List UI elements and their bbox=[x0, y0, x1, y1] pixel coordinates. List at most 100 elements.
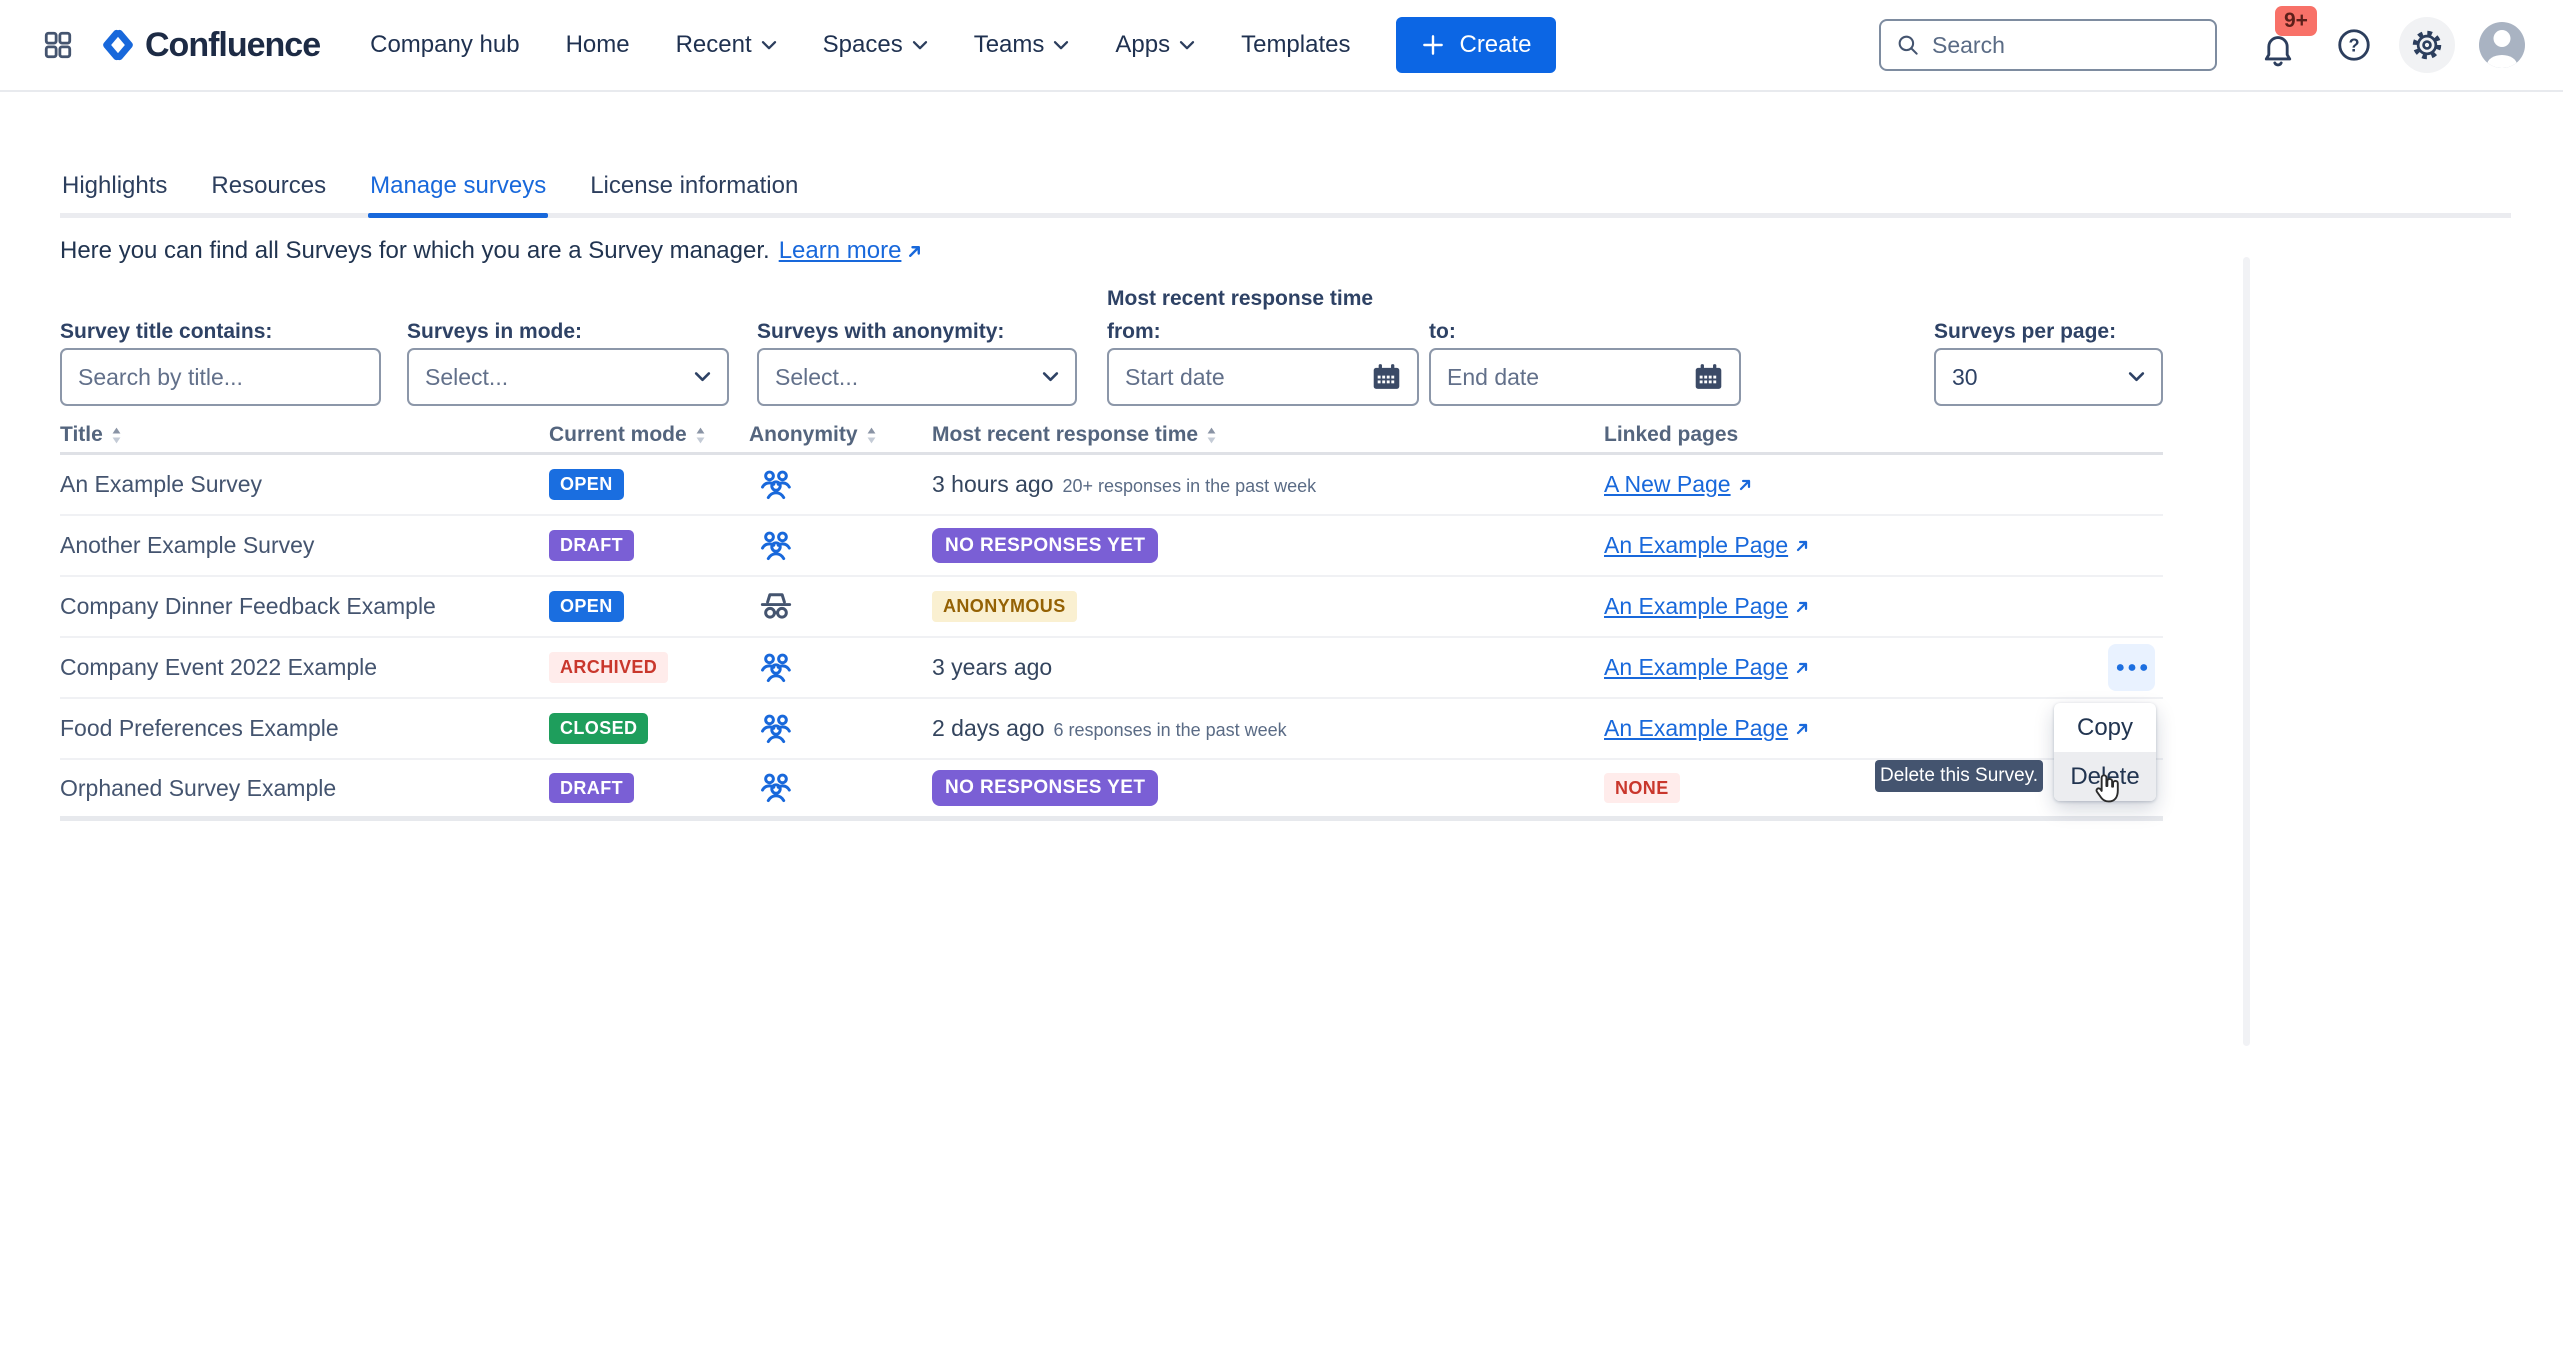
help-button[interactable]: ? bbox=[2335, 26, 2373, 64]
survey-title: Another Example Survey bbox=[60, 532, 549, 559]
nav-item-company-hub[interactable]: Company hub bbox=[370, 31, 519, 59]
survey-title: Company Dinner Feedback Example bbox=[60, 593, 549, 620]
linked-page-link[interactable]: A New Page bbox=[1604, 471, 1753, 498]
chevron-down-icon bbox=[1042, 371, 1059, 383]
menu-item-copy[interactable]: Copy bbox=[2054, 703, 2156, 752]
nav-item-recent[interactable]: Recent bbox=[676, 31, 777, 59]
app-switcher-icon[interactable] bbox=[42, 29, 74, 61]
start-date-box bbox=[1107, 348, 1419, 406]
bell-icon bbox=[2266, 38, 2289, 59]
mode-badge: CLOSED bbox=[549, 713, 648, 744]
search-input[interactable] bbox=[1932, 32, 2201, 59]
table-row: Food Preferences Example CLOSED 2 days a… bbox=[60, 699, 2163, 760]
tab-highlights[interactable]: Highlights bbox=[60, 172, 169, 213]
response-time-cell: 3 years ago bbox=[932, 654, 1604, 681]
sort-icon bbox=[1206, 427, 1217, 444]
gear-icon bbox=[2409, 27, 2445, 63]
more-icon bbox=[2116, 663, 2148, 672]
table-row: Company Event 2022 Example ARCHIVED 3 ye… bbox=[60, 638, 2163, 699]
scrollbar[interactable] bbox=[2243, 257, 2250, 1046]
top-navigation: Confluence Company hub Home Recent Space… bbox=[0, 0, 2563, 92]
mode-badge: DRAFT bbox=[549, 530, 634, 561]
user-avatar[interactable] bbox=[2479, 22, 2525, 68]
linked-page-link[interactable]: An Example Page bbox=[1604, 593, 1810, 620]
response-time-cell: 3 hours ago 20+ responses in the past we… bbox=[932, 471, 1604, 498]
nav-item-spaces[interactable]: Spaces bbox=[823, 31, 928, 59]
external-link-icon bbox=[1794, 721, 1810, 737]
menu-item-delete[interactable]: Delete bbox=[2054, 752, 2156, 801]
tab-resources[interactable]: Resources bbox=[209, 172, 328, 213]
survey-title: Company Event 2022 Example bbox=[60, 654, 549, 681]
page-tabs: Highlights Resources Manage surveys Lice… bbox=[60, 172, 2511, 218]
to-label: to: bbox=[1429, 320, 1456, 344]
nav-item-apps[interactable]: Apps bbox=[1115, 31, 1195, 59]
group-icon bbox=[755, 767, 932, 809]
search-icon bbox=[1895, 32, 1921, 58]
tab-manage-surveys[interactable]: Manage surveys bbox=[368, 172, 548, 213]
column-header-linked-pages: Linked pages bbox=[1604, 423, 2090, 447]
notifications-button[interactable]: 9+ bbox=[2259, 22, 2299, 68]
table-row: Company Dinner Feedback Example OPEN ANO… bbox=[60, 577, 2163, 638]
nav-right-group: 9+ ? bbox=[1879, 17, 2525, 73]
chevron-down-icon bbox=[1053, 40, 1069, 51]
linked-page-link[interactable]: An Example Page bbox=[1604, 532, 1810, 559]
tab-license-information[interactable]: License information bbox=[588, 172, 800, 213]
group-icon bbox=[755, 647, 932, 689]
table-row: An Example Survey OPEN 3 hours ago 20+ r… bbox=[60, 455, 2163, 516]
sort-icon bbox=[111, 427, 122, 444]
response-time-cell: 2 days ago 6 responses in the past week bbox=[932, 715, 1604, 742]
app-name: Confluence bbox=[145, 26, 320, 65]
external-link-icon bbox=[1794, 599, 1810, 615]
column-header-anonymity[interactable]: Anonymity bbox=[749, 423, 932, 447]
delete-tooltip: Delete this Survey. bbox=[1875, 760, 2043, 792]
column-header-title[interactable]: Title bbox=[60, 423, 549, 447]
end-date-box bbox=[1429, 348, 1741, 406]
table-row: Another Example Survey DRAFT NO RESPONSE… bbox=[60, 516, 2163, 577]
per-page-label: Surveys per page: bbox=[1934, 320, 2116, 344]
avatar-person-icon bbox=[2494, 30, 2511, 47]
search-box[interactable] bbox=[1879, 19, 2217, 71]
title-filter-input[interactable] bbox=[78, 364, 363, 391]
linked-page-link[interactable]: An Example Page bbox=[1604, 715, 1810, 742]
group-icon bbox=[755, 525, 932, 567]
notification-badge: 9+ bbox=[2275, 6, 2317, 36]
mode-badge: OPEN bbox=[549, 469, 624, 500]
confluence-logo[interactable]: Confluence bbox=[100, 26, 320, 65]
response-time-group-label: Most recent response time bbox=[1107, 287, 1373, 311]
calendar-icon[interactable] bbox=[1692, 361, 1725, 394]
column-header-current-mode[interactable]: Current mode bbox=[549, 423, 749, 447]
no-responses-badge: NO RESPONSES YET bbox=[932, 770, 1158, 806]
learn-more-link[interactable]: Learn more bbox=[779, 237, 924, 265]
column-header-response-time[interactable]: Most recent response time bbox=[932, 423, 1604, 447]
external-link-icon bbox=[1737, 477, 1753, 493]
calendar-icon[interactable] bbox=[1370, 361, 1403, 394]
nav-item-home[interactable]: Home bbox=[566, 31, 630, 59]
anonymity-select[interactable]: Select... bbox=[757, 348, 1077, 406]
row-actions-button[interactable] bbox=[2108, 644, 2155, 691]
confluence-page: Confluence Company hub Home Recent Space… bbox=[0, 0, 2563, 1352]
settings-button[interactable] bbox=[2399, 17, 2455, 73]
chevron-down-icon bbox=[912, 40, 928, 51]
plus-icon bbox=[1420, 32, 1446, 58]
survey-title: Food Preferences Example bbox=[60, 715, 549, 742]
external-link-icon bbox=[1794, 660, 1810, 676]
nav-item-templates[interactable]: Templates bbox=[1241, 31, 1350, 59]
start-date-input[interactable] bbox=[1125, 364, 1401, 391]
group-icon bbox=[755, 464, 932, 506]
end-date-input[interactable] bbox=[1447, 364, 1723, 391]
primary-nav: Company hub Home Recent Spaces Teams App… bbox=[370, 31, 1350, 59]
table-header-row: Title Current mode Anonymity Most recent… bbox=[60, 418, 2163, 455]
chevron-down-icon bbox=[761, 40, 777, 51]
confluence-logo-icon bbox=[100, 27, 136, 63]
linked-page-link[interactable]: An Example Page bbox=[1604, 654, 1810, 681]
nav-item-teams[interactable]: Teams bbox=[974, 31, 1070, 59]
external-link-icon bbox=[906, 243, 923, 260]
title-filter-box bbox=[60, 348, 381, 406]
no-linked-pages-badge: NONE bbox=[1604, 773, 1680, 804]
external-link-icon bbox=[1794, 538, 1810, 554]
create-button[interactable]: Create bbox=[1396, 17, 1555, 73]
survey-title: Orphaned Survey Example bbox=[60, 775, 549, 802]
per-page-select[interactable]: 30 bbox=[1934, 348, 2163, 406]
title-filter-label: Survey title contains: bbox=[60, 320, 272, 344]
mode-select[interactable]: Select... bbox=[407, 348, 729, 406]
